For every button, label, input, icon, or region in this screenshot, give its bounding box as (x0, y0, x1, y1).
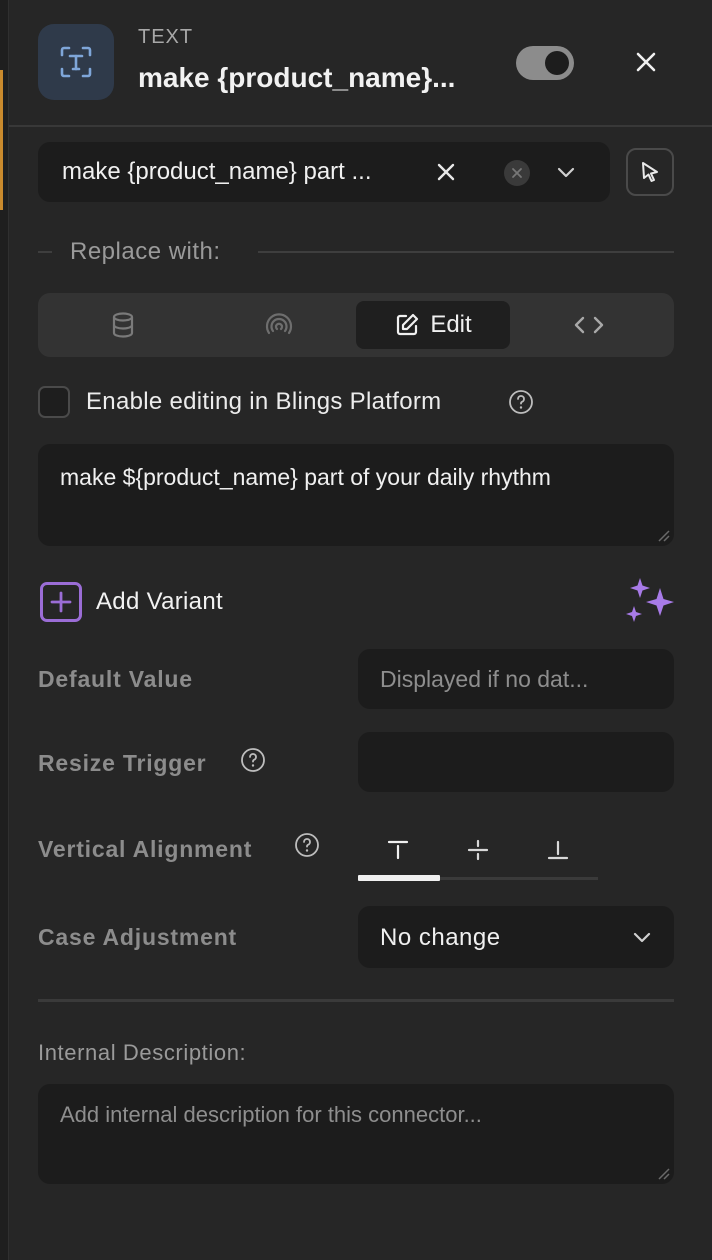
align-bottom-button[interactable] (518, 830, 598, 870)
clear-icon (512, 168, 522, 178)
align-top-icon (387, 840, 409, 860)
tab-code[interactable] (512, 301, 666, 349)
add-variant-button[interactable] (40, 582, 82, 622)
section-divider (38, 999, 674, 1002)
ai-sparkle-icon[interactable] (624, 576, 678, 628)
tab-edit[interactable]: Edit (356, 301, 510, 349)
case-adjustment-value: No change (380, 924, 501, 951)
vertical-alignment-label: Vertical Alignment (38, 836, 253, 862)
text-layer-icon (60, 46, 92, 78)
case-adjustment-label: Case Adjustment (38, 924, 238, 950)
resize-grip-icon[interactable] (656, 1166, 670, 1180)
layer-title: make {product_name}... (138, 62, 456, 93)
align-top-button[interactable] (358, 830, 438, 870)
default-value-label: Default Value (38, 666, 193, 692)
text-value: make ${product_name} part of your daily … (60, 464, 551, 490)
pick-layer-button[interactable] (626, 148, 674, 196)
replace-divider-right (258, 251, 674, 253)
alignment-selected-indicator (358, 875, 440, 881)
enable-editing-label: Enable editing in Blings Platform (86, 388, 442, 415)
internal-description-placeholder: Add internal description for this connec… (60, 1102, 482, 1127)
toggle-knob (545, 51, 569, 75)
resize-trigger-help-icon[interactable] (240, 747, 266, 773)
align-center-button[interactable] (438, 830, 518, 870)
tab-data[interactable] (46, 301, 200, 349)
resize-trigger-label: Resize Trigger (38, 750, 207, 776)
selector-value: make {product_name} part ... (62, 158, 372, 185)
add-variant-label[interactable]: Add Variant (96, 588, 223, 616)
vertical-alignment-help-icon[interactable] (294, 832, 320, 858)
chevron-down-icon (633, 932, 651, 943)
case-adjustment-select[interactable]: No change (358, 906, 674, 968)
replace-with-label: Replace with: (70, 238, 221, 265)
tab-live[interactable] (202, 301, 356, 349)
align-bottom-icon (547, 840, 569, 860)
align-center-icon (467, 839, 489, 861)
replace-source-tabs: Edit (38, 293, 674, 357)
resize-trigger-input[interactable] (358, 732, 674, 792)
help-icon[interactable] (508, 389, 534, 415)
default-value-placeholder: Displayed if no dat... (380, 666, 589, 692)
resize-grip-icon[interactable] (656, 528, 670, 542)
cursor-pointer-icon (642, 162, 658, 182)
close-button[interactable] (628, 44, 664, 80)
database-icon (112, 312, 134, 338)
chevron-down-icon[interactable] (554, 160, 578, 184)
left-accent-bar (0, 70, 3, 210)
remove-tag-icon[interactable] (434, 160, 458, 184)
text-value-editor[interactable]: make ${product_name} part of your daily … (38, 444, 674, 546)
close-icon (636, 52, 656, 72)
code-icon (574, 316, 604, 334)
edit-icon (397, 313, 419, 336)
enable-editing-checkbox[interactable] (38, 386, 70, 418)
default-value-input[interactable]: Displayed if no dat... (358, 649, 674, 709)
plus-icon (50, 591, 72, 613)
replace-divider-left (38, 251, 52, 253)
layer-selector[interactable]: make {product_name} part ... (38, 142, 610, 202)
broadcast-icon (265, 313, 293, 335)
internal-description-label: Internal Description: (38, 1040, 247, 1065)
visibility-toggle[interactable] (516, 46, 574, 80)
panel-border (8, 0, 9, 1260)
layer-type-label: TEXT (138, 26, 194, 48)
text-layer-icon-box (38, 24, 114, 100)
clear-selection-button[interactable] (504, 160, 530, 186)
header-divider (9, 125, 712, 127)
internal-description-input[interactable]: Add internal description for this connec… (38, 1084, 674, 1184)
tab-edit-label: Edit (430, 311, 472, 338)
